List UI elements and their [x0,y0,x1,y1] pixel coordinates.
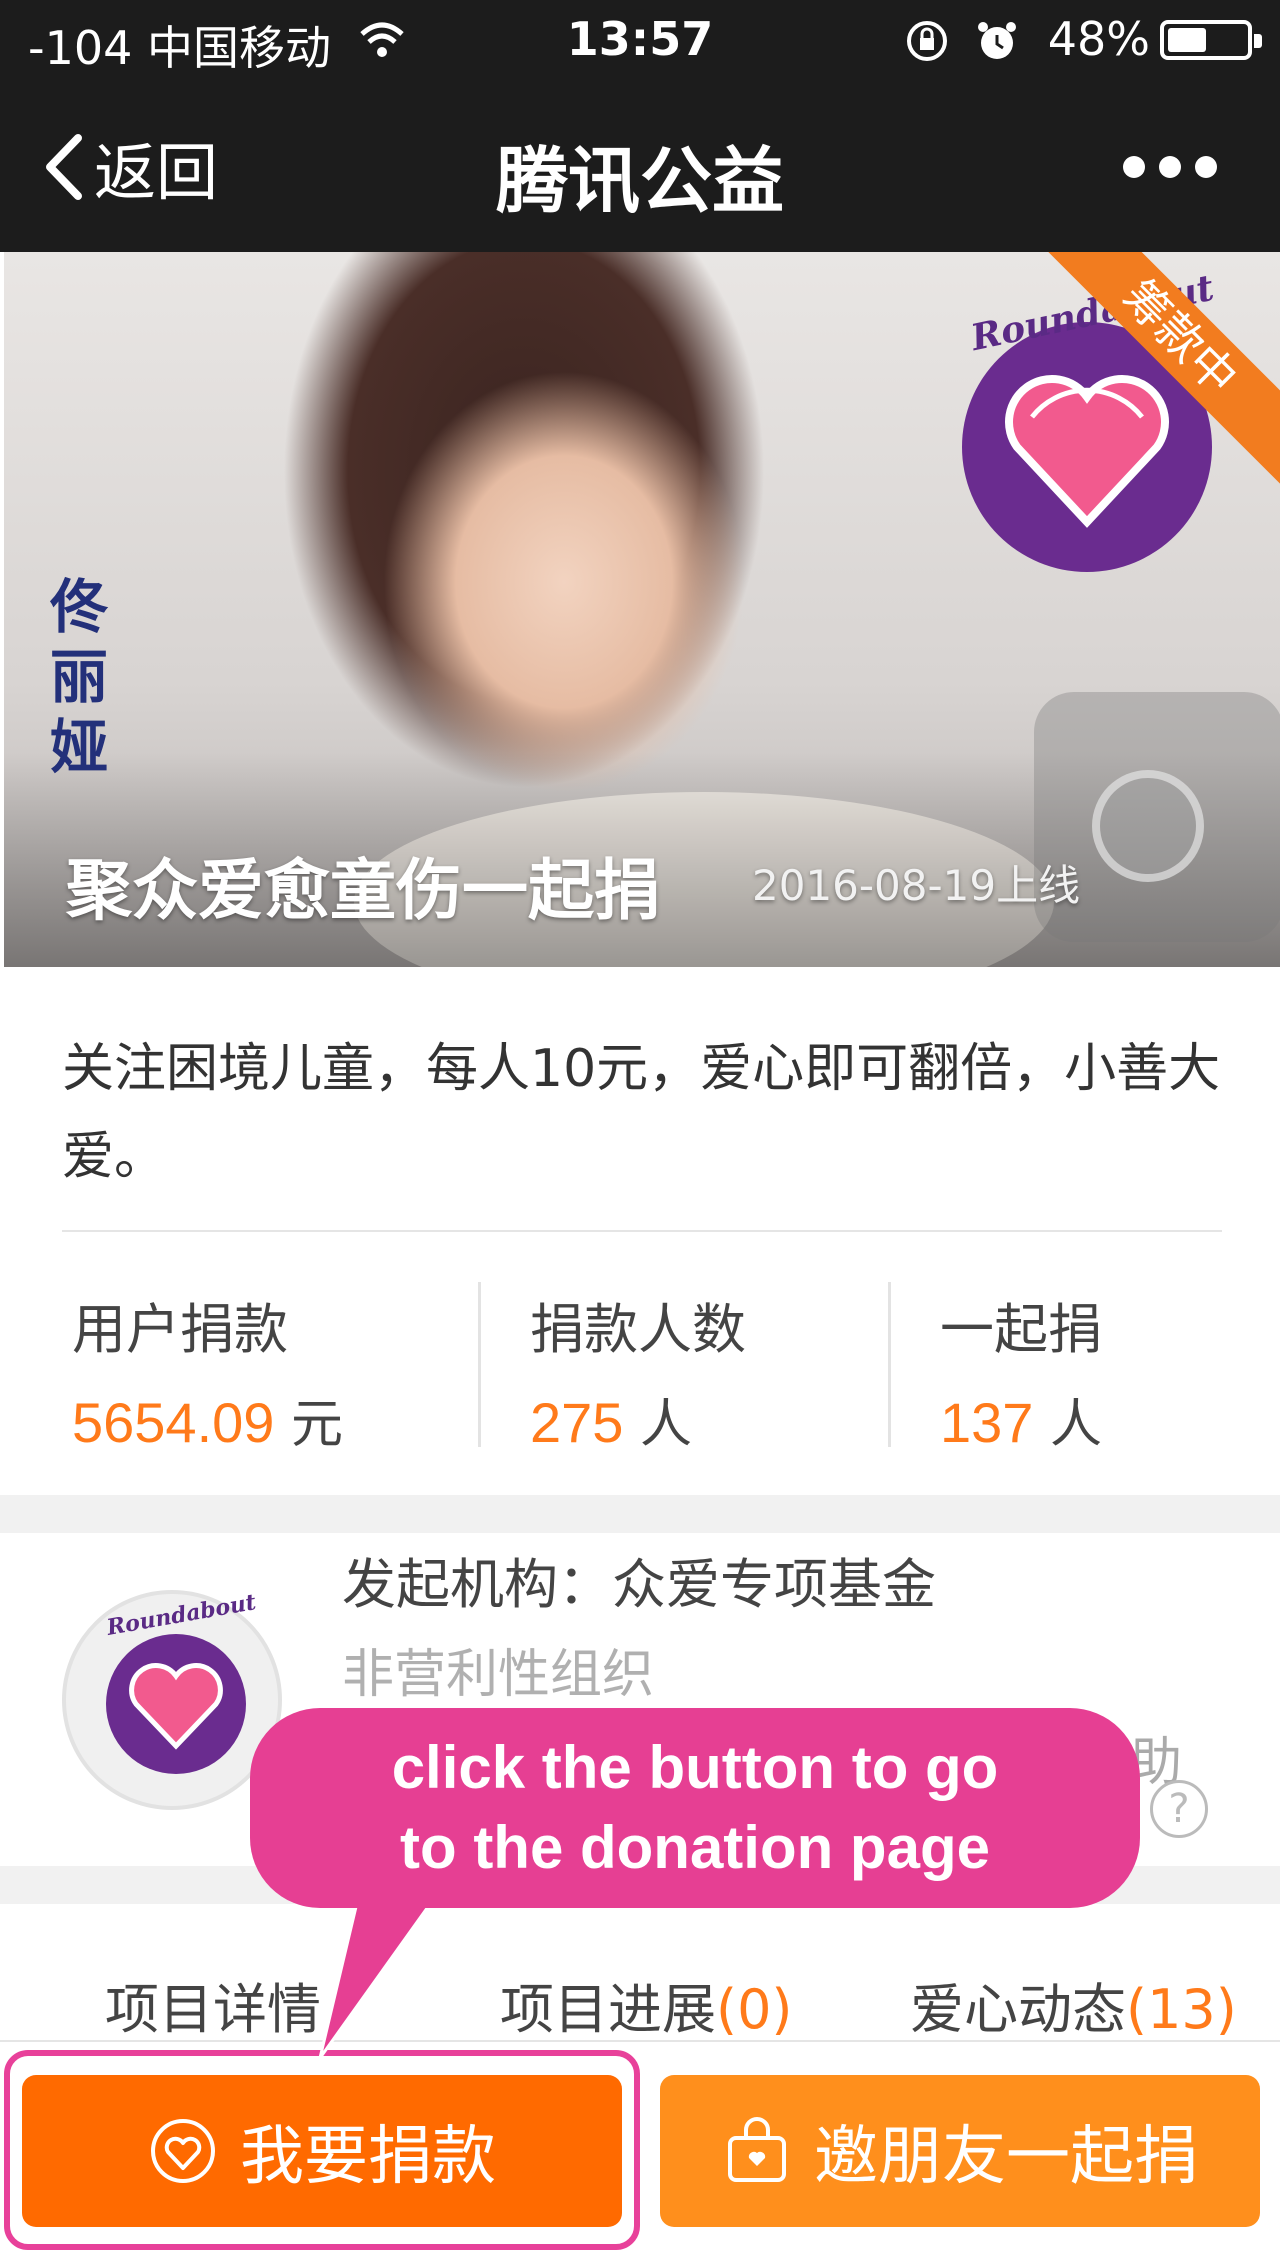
more-dot-icon [1123,156,1145,178]
stat-label: 捐款人数 [530,1298,746,1361]
stat-separator [888,1282,891,1447]
stat-separator [478,1282,481,1447]
project-title: 聚众爱愈童伤一起捐 [66,852,660,929]
calligraphy-char: 丽 [50,643,109,711]
org-type: 非营利性组织 [342,1645,655,1705]
invite-friends-button[interactable]: 邀朋友一起捐 [660,2075,1260,2227]
invite-label: 邀朋友一起捐 [814,2120,1198,2194]
stat-unit: 人 [639,1395,692,1455]
tab-count: (13) [1126,1978,1237,2041]
calligraphy-char: 娅 [50,713,109,781]
assistive-touch-icon [1092,770,1204,882]
callout-line: click the button to go [391,1734,999,1801]
help-icon[interactable]: ? [1150,1780,1208,1838]
stat-value: 137 [940,1391,1034,1454]
battery-percent: 48% [1047,12,1150,66]
orientation-lock-icon [907,21,947,61]
stat-label: 用户捐款 [72,1298,288,1361]
stat-label: 一起捐 [940,1298,1102,1361]
alarm-icon [978,22,1016,59]
tab-project-progress[interactable]: 项目进展(0) [500,1965,793,2044]
stat-unit: 人 [1049,1395,1102,1455]
tab-label: 爱心动态 [910,1978,1126,2041]
more-button[interactable] [1100,142,1240,192]
callout-pointer [318,1890,442,2059]
roundabout-logo [106,1634,246,1774]
org-avatar[interactable]: Roundabout [62,1589,282,1810]
tab-label: 项目详情 [105,1978,321,2041]
stat-group-donation: 一起捐 137 人 [940,1285,1102,1457]
tab-love-updates[interactable]: 爱心动态(13) [910,1965,1237,2044]
battery-fill [1168,28,1206,52]
stat-user-donation: 用户捐款 5654.09 元 [72,1285,343,1457]
launch-date: 2016-08-19上线 [752,861,1081,910]
project-description: 关注困境儿童，每人10元，爱心即可翻倍，小善大爱。 [62,1039,1221,1187]
stat-unit: 元 [290,1395,343,1455]
org-name: 发起机构：众爱专项基金 [342,1553,936,1616]
page-title: 腾讯公益 [495,139,784,223]
stat-donor-count: 捐款人数 275 人 [530,1285,746,1457]
callout-line: to the donation page [400,1814,990,1881]
tab-project-details[interactable]: 项目详情 [105,1965,321,2044]
tab-count: (0) [716,1978,793,2041]
donate-button-highlight [4,2050,640,2250]
stat-value: 275 [530,1391,624,1454]
more-dot-icon [1159,156,1181,178]
annotation-callout: click the button to go to the donation p… [250,1708,1140,1908]
divider [62,1230,1222,1232]
section-gap [0,1495,1280,1533]
battery-nub [1254,34,1262,48]
status-bar: -104 中国移动 13:57 48% [0,0,1280,82]
calligraphy-char: 佟 [50,573,109,641]
heart-icon [129,1663,223,1750]
nav-bar: 返回 腾讯公益 [0,82,1280,252]
tab-label: 项目进展 [500,1978,716,2041]
gift-bag-icon [728,2117,786,2182]
battery-icon [1160,20,1262,60]
stat-value: 5654.09 [72,1391,275,1454]
project-banner: 佟 丽 娅 Roundabout 筹款中 聚众爱愈童伤一起捐 2016-08-1… [4,252,1280,967]
more-dot-icon [1195,156,1217,178]
calligraphy-signature: 佟 丽 娅 [50,572,120,782]
